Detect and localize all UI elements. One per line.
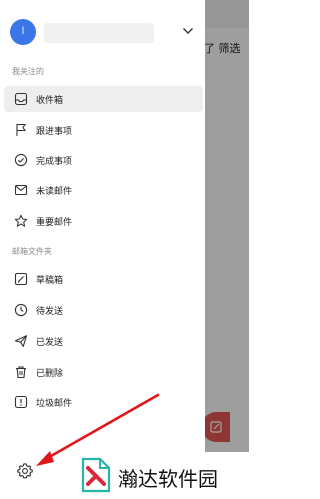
watermark-mark-icon xyxy=(81,457,111,493)
watermark-logo: 瀚达软件园 xyxy=(70,452,249,499)
watermark-text: 瀚达软件园 xyxy=(118,467,218,491)
annotation-arrow xyxy=(36,393,160,466)
